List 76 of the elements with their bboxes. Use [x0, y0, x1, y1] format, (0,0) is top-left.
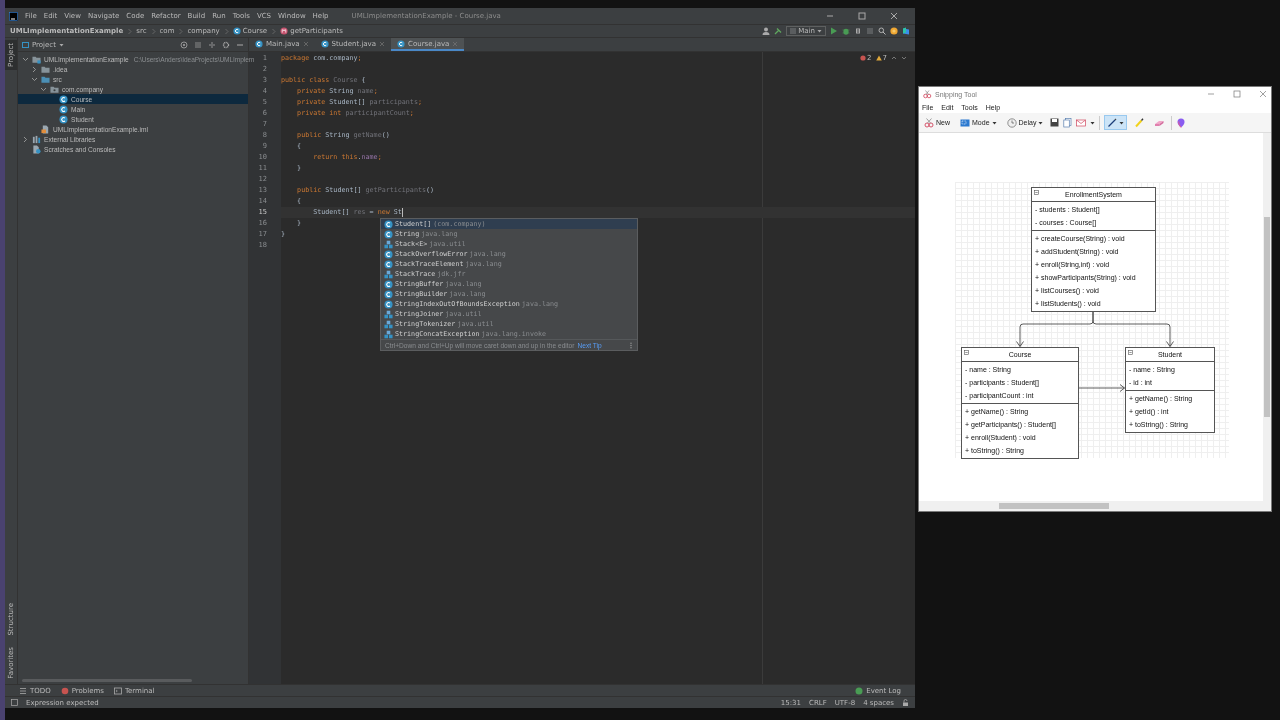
file-icon	[41, 124, 50, 134]
blocks-icon	[384, 239, 393, 249]
lock-icon[interactable]	[902, 699, 909, 706]
class-icon	[384, 259, 393, 269]
chevron-right-icon[interactable]	[31, 65, 38, 73]
minimize-icon[interactable]	[826, 12, 834, 20]
highlighter-icon	[1134, 117, 1145, 128]
chevron-right-icon[interactable]	[22, 135, 29, 143]
notification-icon	[855, 686, 864, 695]
paint-drop-icon[interactable]	[1176, 117, 1187, 128]
class-icon	[59, 94, 68, 104]
search-icon[interactable]	[878, 27, 886, 35]
coverage-icon[interactable]	[854, 27, 862, 35]
class-icon	[232, 27, 241, 35]
more-icon[interactable]	[629, 341, 633, 349]
association-arrow	[1078, 384, 1125, 392]
caret-down-icon[interactable]	[991, 120, 997, 125]
scissors-icon	[923, 89, 932, 99]
target-icon[interactable]	[180, 40, 188, 49]
blocks-icon	[384, 309, 393, 319]
panel-icon	[22, 41, 29, 48]
toolbox-icon[interactable]	[902, 27, 910, 35]
class-icon	[320, 39, 329, 48]
close-icon[interactable]	[1259, 90, 1267, 98]
blocks-icon	[384, 319, 393, 329]
caret-down-icon[interactable]	[1090, 120, 1096, 125]
maximize-icon[interactable]	[1233, 90, 1241, 98]
app-logo-icon	[9, 11, 18, 21]
class-icon	[384, 289, 393, 299]
caret-down-icon[interactable]	[1038, 120, 1044, 125]
hammer-icon[interactable]	[774, 27, 783, 35]
file-icon	[32, 144, 41, 154]
method-icon	[280, 27, 289, 35]
class-icon	[59, 114, 68, 124]
chevron-down-icon[interactable]	[22, 55, 29, 63]
scissors-icon	[924, 117, 934, 128]
close-icon[interactable]	[890, 12, 898, 20]
collapse-icon[interactable]	[1128, 350, 1133, 355]
maximize-icon[interactable]	[858, 12, 866, 20]
class-icon	[384, 229, 393, 239]
caret-down-icon	[817, 29, 822, 33]
tool-button[interactable]	[1104, 115, 1128, 130]
settings-icon[interactable]	[222, 40, 230, 49]
package-icon	[50, 84, 59, 94]
panel-icon[interactable]	[11, 699, 18, 706]
error-icon	[60, 686, 69, 695]
list-icon	[19, 686, 27, 695]
class-icon	[59, 104, 68, 114]
update-icon[interactable]	[890, 27, 898, 35]
caret-down-icon	[58, 42, 64, 47]
error-icon	[860, 55, 867, 61]
save-icon[interactable]	[1050, 118, 1060, 127]
caret-down-icon[interactable]	[1119, 120, 1125, 125]
terminal-icon	[113, 686, 122, 695]
warning-icon	[875, 55, 882, 61]
class-icon	[384, 299, 393, 309]
class-icon	[384, 219, 393, 229]
chevron-down-icon[interactable]	[901, 55, 907, 61]
class-icon	[397, 39, 406, 48]
run-icon[interactable]	[830, 27, 838, 35]
expand-all-icon[interactable]	[208, 40, 216, 49]
bug-icon[interactable]	[842, 27, 850, 35]
collapse-icon[interactable]	[1034, 190, 1039, 195]
books-icon	[32, 134, 41, 144]
collapse-icon[interactable]	[964, 350, 969, 355]
user-icon[interactable]	[762, 27, 771, 35]
class-icon	[255, 39, 263, 48]
collapse-all-icon[interactable]	[194, 40, 202, 49]
rectangle-icon	[960, 117, 970, 128]
clock-icon	[1006, 117, 1017, 128]
folder-icon	[32, 54, 41, 64]
blocks-icon	[384, 329, 393, 339]
chevron-up-icon[interactable]	[891, 55, 897, 61]
blocks-icon	[384, 269, 393, 279]
pen-icon	[1107, 117, 1118, 128]
class-box[interactable]	[1031, 187, 1156, 312]
